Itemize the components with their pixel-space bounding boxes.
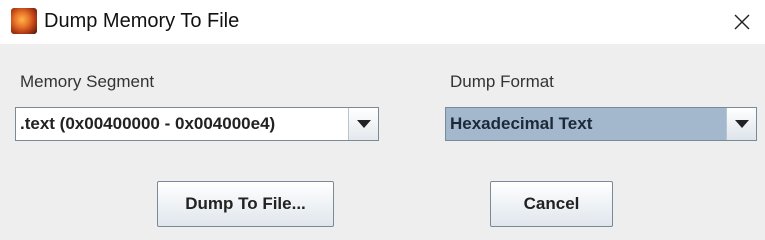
chevron-down-icon: [734, 120, 749, 128]
dump-format-dropdown-button[interactable]: [726, 108, 756, 140]
mars-planet-icon: [11, 8, 37, 34]
dump-format-label: Dump Format: [450, 72, 554, 91]
dump-to-file-button[interactable]: Dump To File...: [157, 181, 334, 227]
chevron-down-icon: [356, 120, 371, 128]
title-bar: Dump Memory To File: [0, 0, 765, 44]
cancel-button[interactable]: Cancel: [490, 181, 613, 227]
memory-segment-dropdown-button[interactable]: [348, 108, 378, 140]
dump-memory-dialog: Dump Memory To File Memory Segment .text…: [0, 0, 765, 237]
close-button[interactable]: [719, 0, 765, 44]
window-title: Dump Memory To File: [44, 10, 240, 32]
memory-segment-value: .text (0x00400000 - 0x004000e4): [20, 114, 276, 133]
close-icon: [734, 14, 750, 30]
memory-segment-select[interactable]: .text (0x00400000 - 0x004000e4): [15, 107, 379, 141]
dump-format-value: Hexadecimal Text: [450, 114, 593, 133]
memory-segment-label: Memory Segment: [20, 72, 155, 91]
dump-format-select[interactable]: Hexadecimal Text: [445, 107, 757, 141]
